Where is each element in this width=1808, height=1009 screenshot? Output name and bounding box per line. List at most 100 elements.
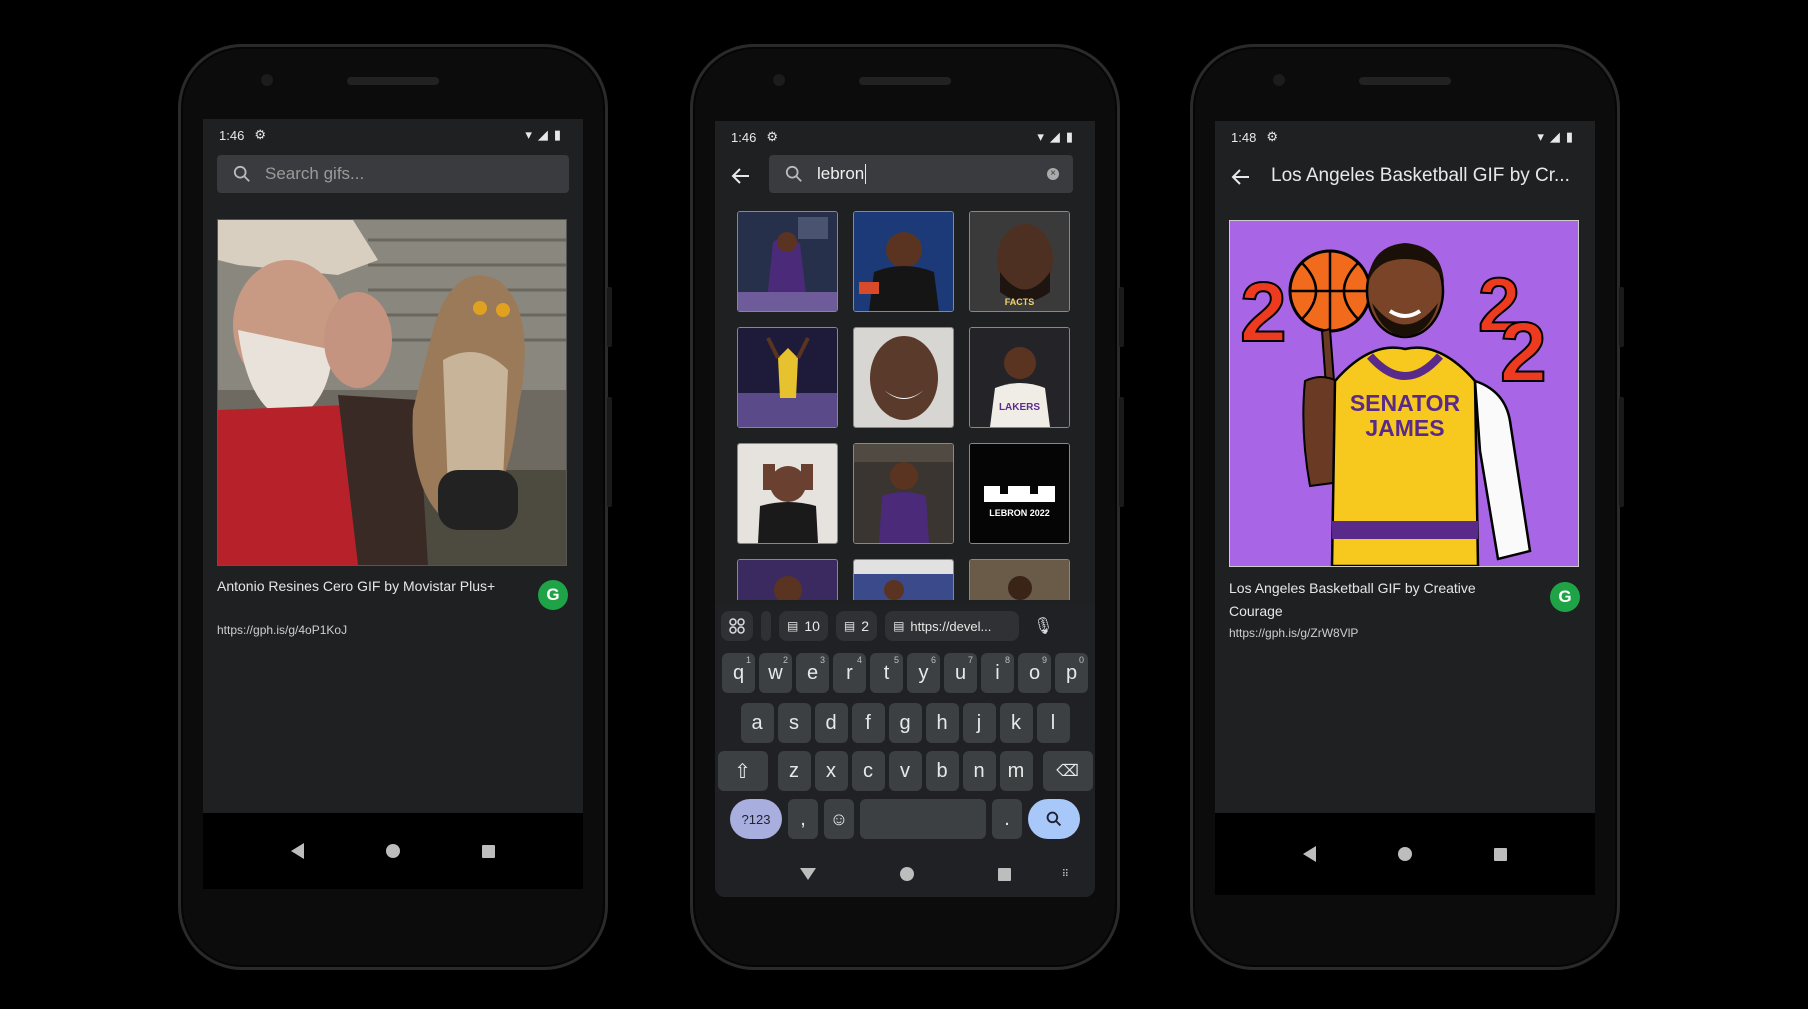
power-button <box>1119 287 1124 347</box>
gif-thumbnail[interactable] <box>737 211 838 312</box>
gif-thumbnail[interactable] <box>853 327 954 428</box>
gif-image[interactable]: 2 2 2 SENATOR JAMES <box>1229 220 1579 568</box>
clipboard-chip-1[interactable]: ▤ 10 <box>779 611 828 641</box>
giphy-badge[interactable]: G <box>538 580 568 610</box>
search-input[interactable]: lebron × <box>769 155 1073 193</box>
key-w[interactable]: w2 <box>759 653 792 693</box>
keyboard-row-4: ?123 , ☺ . <box>715 799 1095 839</box>
gif-thumbnail[interactable]: LEBRON 2022 <box>969 443 1070 544</box>
app-grid-button[interactable] <box>721 611 753 641</box>
back-arrow-icon[interactable] <box>1231 167 1251 187</box>
clipboard-link-text: https://devel... <box>910 618 992 634</box>
suggestion-divider <box>761 611 771 641</box>
emoji-key[interactable]: ☺ <box>824 799 854 839</box>
key-e[interactable]: e3 <box>796 653 829 693</box>
giphy-badge[interactable]: G <box>1550 582 1580 612</box>
key-d[interactable]: d <box>814 703 848 743</box>
key-o[interactable]: o9 <box>1018 653 1051 693</box>
gif-thumbnail[interactable] <box>853 443 954 544</box>
clipboard-count-2: 2 <box>861 618 870 634</box>
home-icon[interactable] <box>899 867 914 881</box>
symbols-key[interactable]: ?123 <box>730 799 782 839</box>
phone-2-screen: 1:46 ⚙ ▾ ◢ ▮ lebron × FACTS LAKERS LEBRO… <box>715 121 1095 897</box>
battery-icon: ▮ <box>1065 129 1073 144</box>
key-q[interactable]: q1 <box>722 653 755 693</box>
search-input[interactable]: Search gifs... <box>217 155 569 193</box>
volume-button <box>607 397 612 507</box>
settings-icon: ⚙ <box>766 129 778 144</box>
art-text-james: JAMES <box>1365 415 1444 441</box>
search-placeholder: Search gifs... <box>265 164 365 183</box>
shift-key[interactable]: ⇧ <box>717 751 768 791</box>
home-icon[interactable] <box>386 844 400 858</box>
gif-image[interactable] <box>217 219 567 566</box>
key-p[interactable]: p0 <box>1055 653 1088 693</box>
signal-icon: ◢ <box>1549 129 1560 144</box>
gif-link[interactable]: https://gph.is/g/4oP1KoJ <box>217 623 347 637</box>
keyboard-switch-icon[interactable]: ⠿ <box>1062 869 1069 880</box>
recents-icon[interactable] <box>482 844 495 858</box>
recents-icon[interactable] <box>997 867 1011 881</box>
gif-title: Los Angeles Basketball GIF by Creative C… <box>1229 580 1476 619</box>
backspace-key[interactable]: ⌫ <box>1042 751 1093 791</box>
gif-thumbnail[interactable] <box>737 559 838 600</box>
key-y[interactable]: y6 <box>907 653 940 693</box>
wifi-icon: ▾ <box>525 127 532 142</box>
keyboard-row-1: q1w2e3r4t5y6u7i8o9p0 <box>715 653 1095 693</box>
search-key[interactable] <box>1028 799 1080 839</box>
key-c[interactable]: c <box>851 751 885 791</box>
key-n[interactable]: n <box>962 751 996 791</box>
key-u[interactable]: u7 <box>944 653 977 693</box>
clipboard-chip-3[interactable]: ▤ https://devel... <box>885 611 1020 641</box>
status-time: 1:46 <box>219 127 245 143</box>
gif-thumbnail[interactable] <box>969 559 1070 600</box>
key-f[interactable]: f <box>851 703 885 743</box>
key-r[interactable]: r4 <box>833 653 866 693</box>
hide-keyboard-icon[interactable] <box>799 868 816 880</box>
power-button <box>607 287 612 347</box>
back-icon[interactable] <box>1303 846 1316 862</box>
clipboard-icon: ▤ <box>893 619 905 633</box>
gif-link[interactable]: https://gph.is/g/ZrW8VlP <box>1229 626 1358 640</box>
comma-key[interactable]: , <box>788 799 818 839</box>
gif-thumbnail[interactable] <box>737 443 838 544</box>
clipboard-icon: ▤ <box>843 619 856 633</box>
key-x[interactable]: x <box>814 751 848 791</box>
clipboard-count-1: 10 <box>804 618 820 634</box>
key-j[interactable]: j <box>962 703 996 743</box>
clear-icon[interactable]: × <box>1047 168 1059 180</box>
gif-thumbnail[interactable]: FACTS <box>969 211 1070 312</box>
key-b[interactable]: b <box>925 751 959 791</box>
back-arrow-icon[interactable] <box>731 166 751 186</box>
key-s[interactable]: s <box>777 703 811 743</box>
key-g[interactable]: g <box>888 703 922 743</box>
key-l[interactable]: l <box>1036 703 1070 743</box>
gif-thumbnail[interactable]: LAKERS <box>969 327 1070 428</box>
key-k[interactable]: k <box>999 703 1033 743</box>
microphone-icon[interactable]: 🎙 <box>1033 616 1053 636</box>
gif-thumbnail[interactable] <box>853 559 954 600</box>
key-m[interactable]: m <box>999 751 1033 791</box>
key-i[interactable]: i8 <box>981 653 1014 693</box>
volume-button <box>1619 397 1624 507</box>
key-z[interactable]: z <box>777 751 811 791</box>
gif-thumbnail[interactable] <box>853 211 954 312</box>
key-v[interactable]: v <box>888 751 922 791</box>
key-t[interactable]: t5 <box>870 653 903 693</box>
space-key[interactable] <box>860 799 986 839</box>
power-button <box>1619 287 1624 347</box>
gif-thumbnail[interactable] <box>737 327 838 428</box>
home-icon[interactable] <box>1398 847 1412 861</box>
wifi-icon: ▾ <box>1537 129 1544 144</box>
settings-icon: ⚙ <box>254 127 266 142</box>
key-a[interactable]: a <box>740 703 774 743</box>
signal-icon: ◢ <box>1049 129 1060 144</box>
clipboard-chip-2[interactable]: ▤ 2 <box>835 611 878 641</box>
status-bar: 1:46 ⚙ ▾ ◢ ▮ <box>219 125 561 145</box>
key-h[interactable]: h <box>925 703 959 743</box>
battery-icon: ▮ <box>553 127 561 142</box>
onscreen-keyboard: ▤ 10 ▤ 2 ▤ https://devel... 🎙 q1w2e3r4t5y6u… <box>715 605 1095 897</box>
back-icon[interactable] <box>291 843 304 859</box>
period-key[interactable]: . <box>992 799 1022 839</box>
recents-icon[interactable] <box>1494 847 1507 861</box>
